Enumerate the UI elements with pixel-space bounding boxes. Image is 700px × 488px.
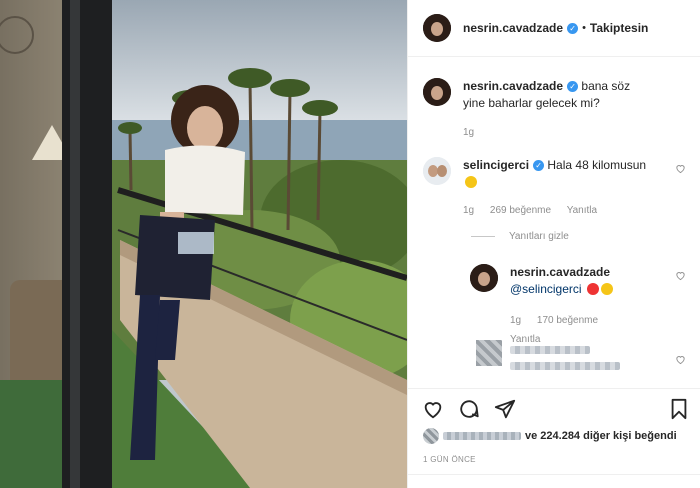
post-timestamp[interactable]: 1 GÜN ÖNCE [423, 455, 476, 464]
share-icon[interactable] [494, 398, 516, 420]
post-photo[interactable] [0, 0, 407, 488]
blurred-liker-name [443, 432, 521, 440]
face-emoji-icon [586, 283, 599, 295]
hide-replies-button[interactable]: Yanıtları gizle [471, 231, 569, 242]
commenter-avatar[interactable] [423, 157, 451, 185]
blurred-like-heart-icon[interactable] [675, 354, 686, 365]
reply-mention-link[interactable]: @selincigerci [510, 282, 582, 296]
reply-likes[interactable]: 170 beğenme [537, 315, 598, 326]
reply-like-heart-icon[interactable] [675, 270, 686, 281]
caption-username[interactable]: nesrin.cavadzade [463, 79, 563, 93]
blurred-text [510, 362, 620, 370]
comment-text: Hala 48 kilomusun [547, 158, 647, 172]
likes-summary[interactable]: ve 224.284 diğer kişi beğendi [423, 428, 677, 444]
hide-replies-label: Yanıtları gizle [509, 231, 569, 242]
divider [471, 236, 495, 237]
likes-count-text[interactable]: ve 224.284 diğer kişi beğendi [525, 430, 677, 442]
reply-age[interactable]: 1g [510, 315, 521, 326]
comment-likes[interactable]: 269 beğenme [490, 205, 551, 216]
balcony-photo-image [0, 0, 407, 488]
comment-reply-button[interactable]: Yanıtla [567, 205, 597, 216]
separator-dot: • [582, 22, 586, 34]
divider [408, 474, 700, 475]
comment-icon[interactable] [458, 398, 480, 420]
reply-username[interactable]: nesrin.cavadzade [510, 265, 610, 279]
caption-age[interactable]: 1g [463, 127, 474, 138]
verified-badge-icon: ✓ [567, 22, 579, 34]
post-side-panel: nesrin.cavadzade ✓ • Takiptesin nesrin.c… [407, 0, 700, 488]
author-avatar[interactable] [423, 14, 451, 42]
comment-item: selincigerci ✓ Hala 48 kilomusun 1g 269 b… [423, 157, 686, 219]
comment-age[interactable]: 1g [463, 205, 474, 216]
commenter-username[interactable]: selincigerci [463, 158, 529, 172]
laughing-emoji-icon [465, 176, 477, 188]
blurred-text [510, 346, 590, 354]
reply-avatar[interactable] [470, 264, 498, 292]
caption: nesrin.cavadzade ✓ bana söz yine baharlar… [423, 78, 686, 141]
verified-badge-icon: ✓ [533, 160, 545, 171]
author-username[interactable]: nesrin.cavadzade [463, 21, 563, 35]
comment-like-heart-icon[interactable] [675, 163, 686, 174]
post-header: nesrin.cavadzade ✓ • Takiptesin [408, 0, 700, 57]
blurred-liker-avatar [423, 428, 439, 444]
blurred-comment [468, 340, 700, 380]
action-bar [408, 388, 700, 428]
follow-status-button[interactable]: Takiptesin [590, 21, 648, 35]
heart-eyes-emoji-icon [600, 283, 613, 295]
blurred-avatar [476, 340, 502, 366]
bookmark-icon[interactable] [668, 398, 690, 420]
heart-icon[interactable] [422, 398, 444, 420]
reply-item: nesrin.cavadzade @selincigerci 1g 170 be… [470, 264, 686, 348]
verified-badge-icon: ✓ [567, 81, 579, 92]
caption-avatar[interactable] [423, 78, 451, 106]
